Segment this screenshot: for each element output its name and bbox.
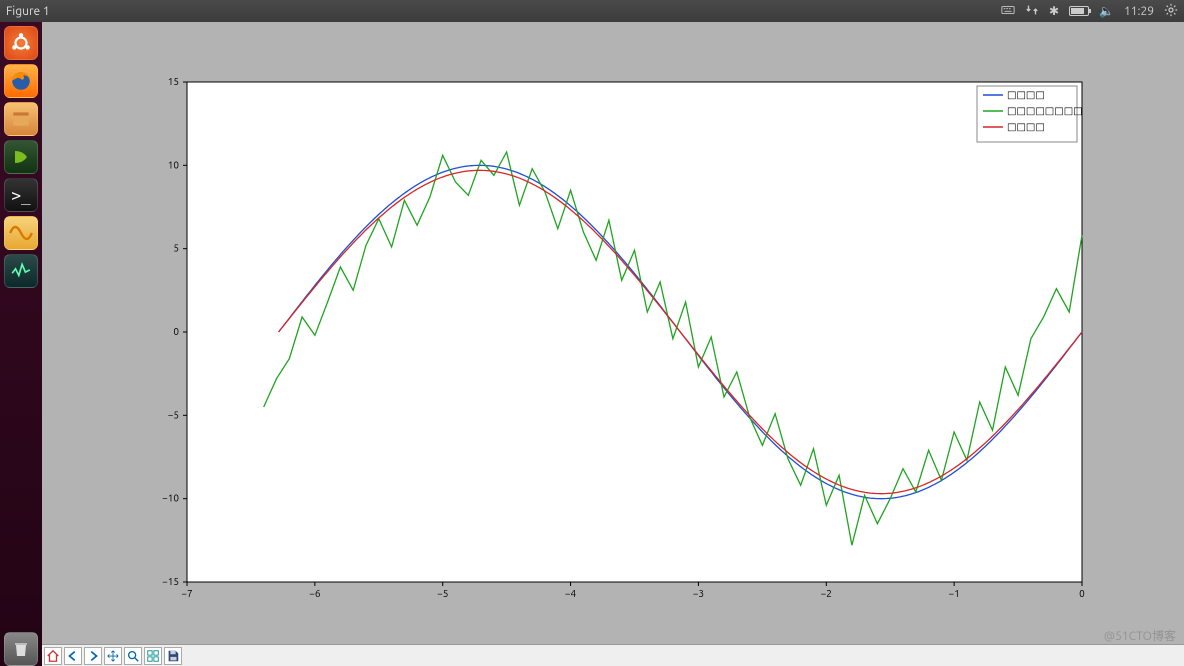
monitor-icon[interactable] bbox=[4, 254, 38, 288]
firefox-icon[interactable] bbox=[4, 64, 38, 98]
figure-window: −7−6−5−4−3−2−10−15−10−5051015□□□□□□□□□□□… bbox=[42, 22, 1184, 666]
svg-text:−4: −4 bbox=[565, 588, 577, 599]
zoom-button[interactable] bbox=[124, 647, 142, 665]
svg-text:10: 10 bbox=[168, 159, 180, 170]
keyboard-icon[interactable] bbox=[1001, 3, 1015, 20]
svg-text:15: 15 bbox=[168, 76, 179, 87]
svg-text:−10: −10 bbox=[162, 493, 179, 504]
svg-text:−7: −7 bbox=[181, 588, 192, 599]
svg-text:□□□□□□□□: □□□□□□□□ bbox=[1007, 105, 1083, 116]
battery-icon[interactable] bbox=[1069, 6, 1089, 16]
wave-icon[interactable] bbox=[4, 216, 38, 250]
launcher: >_ bbox=[0, 22, 42, 666]
save-button[interactable] bbox=[164, 647, 182, 665]
subplots-button[interactable] bbox=[144, 647, 162, 665]
forward-button[interactable] bbox=[84, 647, 102, 665]
matplotlib-toolbar bbox=[42, 644, 1184, 666]
home-button[interactable] bbox=[44, 647, 62, 665]
svg-text:5: 5 bbox=[173, 243, 179, 254]
network-icon[interactable] bbox=[1025, 3, 1039, 20]
svg-text:−2: −2 bbox=[821, 588, 832, 599]
clock[interactable]: 11:29 bbox=[1124, 5, 1154, 18]
gear-icon[interactable] bbox=[1164, 3, 1178, 20]
system-tray: ✱ 🔈 11:29 bbox=[1001, 3, 1178, 20]
plot-area: −7−6−5−4−3−2−10−15−10−5051015□□□□□□□□□□□… bbox=[42, 22, 1184, 644]
bluetooth-icon[interactable]: ✱ bbox=[1049, 4, 1059, 18]
svg-text:−6: −6 bbox=[309, 588, 321, 599]
svg-text:□□□□: □□□□ bbox=[1007, 89, 1045, 100]
svg-text:−5: −5 bbox=[437, 588, 448, 599]
svg-text:−5: −5 bbox=[168, 409, 179, 420]
svg-text:−1: −1 bbox=[949, 588, 960, 599]
files-icon[interactable] bbox=[4, 102, 38, 136]
menubar: Figure 1 ✱ 🔈 11:29 bbox=[0, 0, 1184, 22]
svg-text:0: 0 bbox=[173, 326, 179, 337]
volume-icon[interactable]: 🔈 bbox=[1099, 4, 1114, 18]
dash-icon[interactable] bbox=[4, 26, 38, 60]
svg-text:□□□□: □□□□ bbox=[1007, 121, 1045, 132]
watermark: @51CTO博客 bbox=[1104, 627, 1176, 644]
svg-text:−3: −3 bbox=[693, 588, 704, 599]
pan-button[interactable] bbox=[104, 647, 122, 665]
back-button[interactable] bbox=[64, 647, 82, 665]
chart: −7−6−5−4−3−2−10−15−10−5051015□□□□□□□□□□□… bbox=[42, 22, 1184, 644]
svg-text:−15: −15 bbox=[162, 576, 179, 587]
trash-icon[interactable] bbox=[4, 632, 38, 666]
window-title: Figure 1 bbox=[6, 5, 50, 18]
svg-text:0: 0 bbox=[1079, 588, 1085, 599]
nvidia-icon[interactable] bbox=[4, 140, 38, 174]
terminal-icon[interactable]: >_ bbox=[4, 178, 38, 212]
